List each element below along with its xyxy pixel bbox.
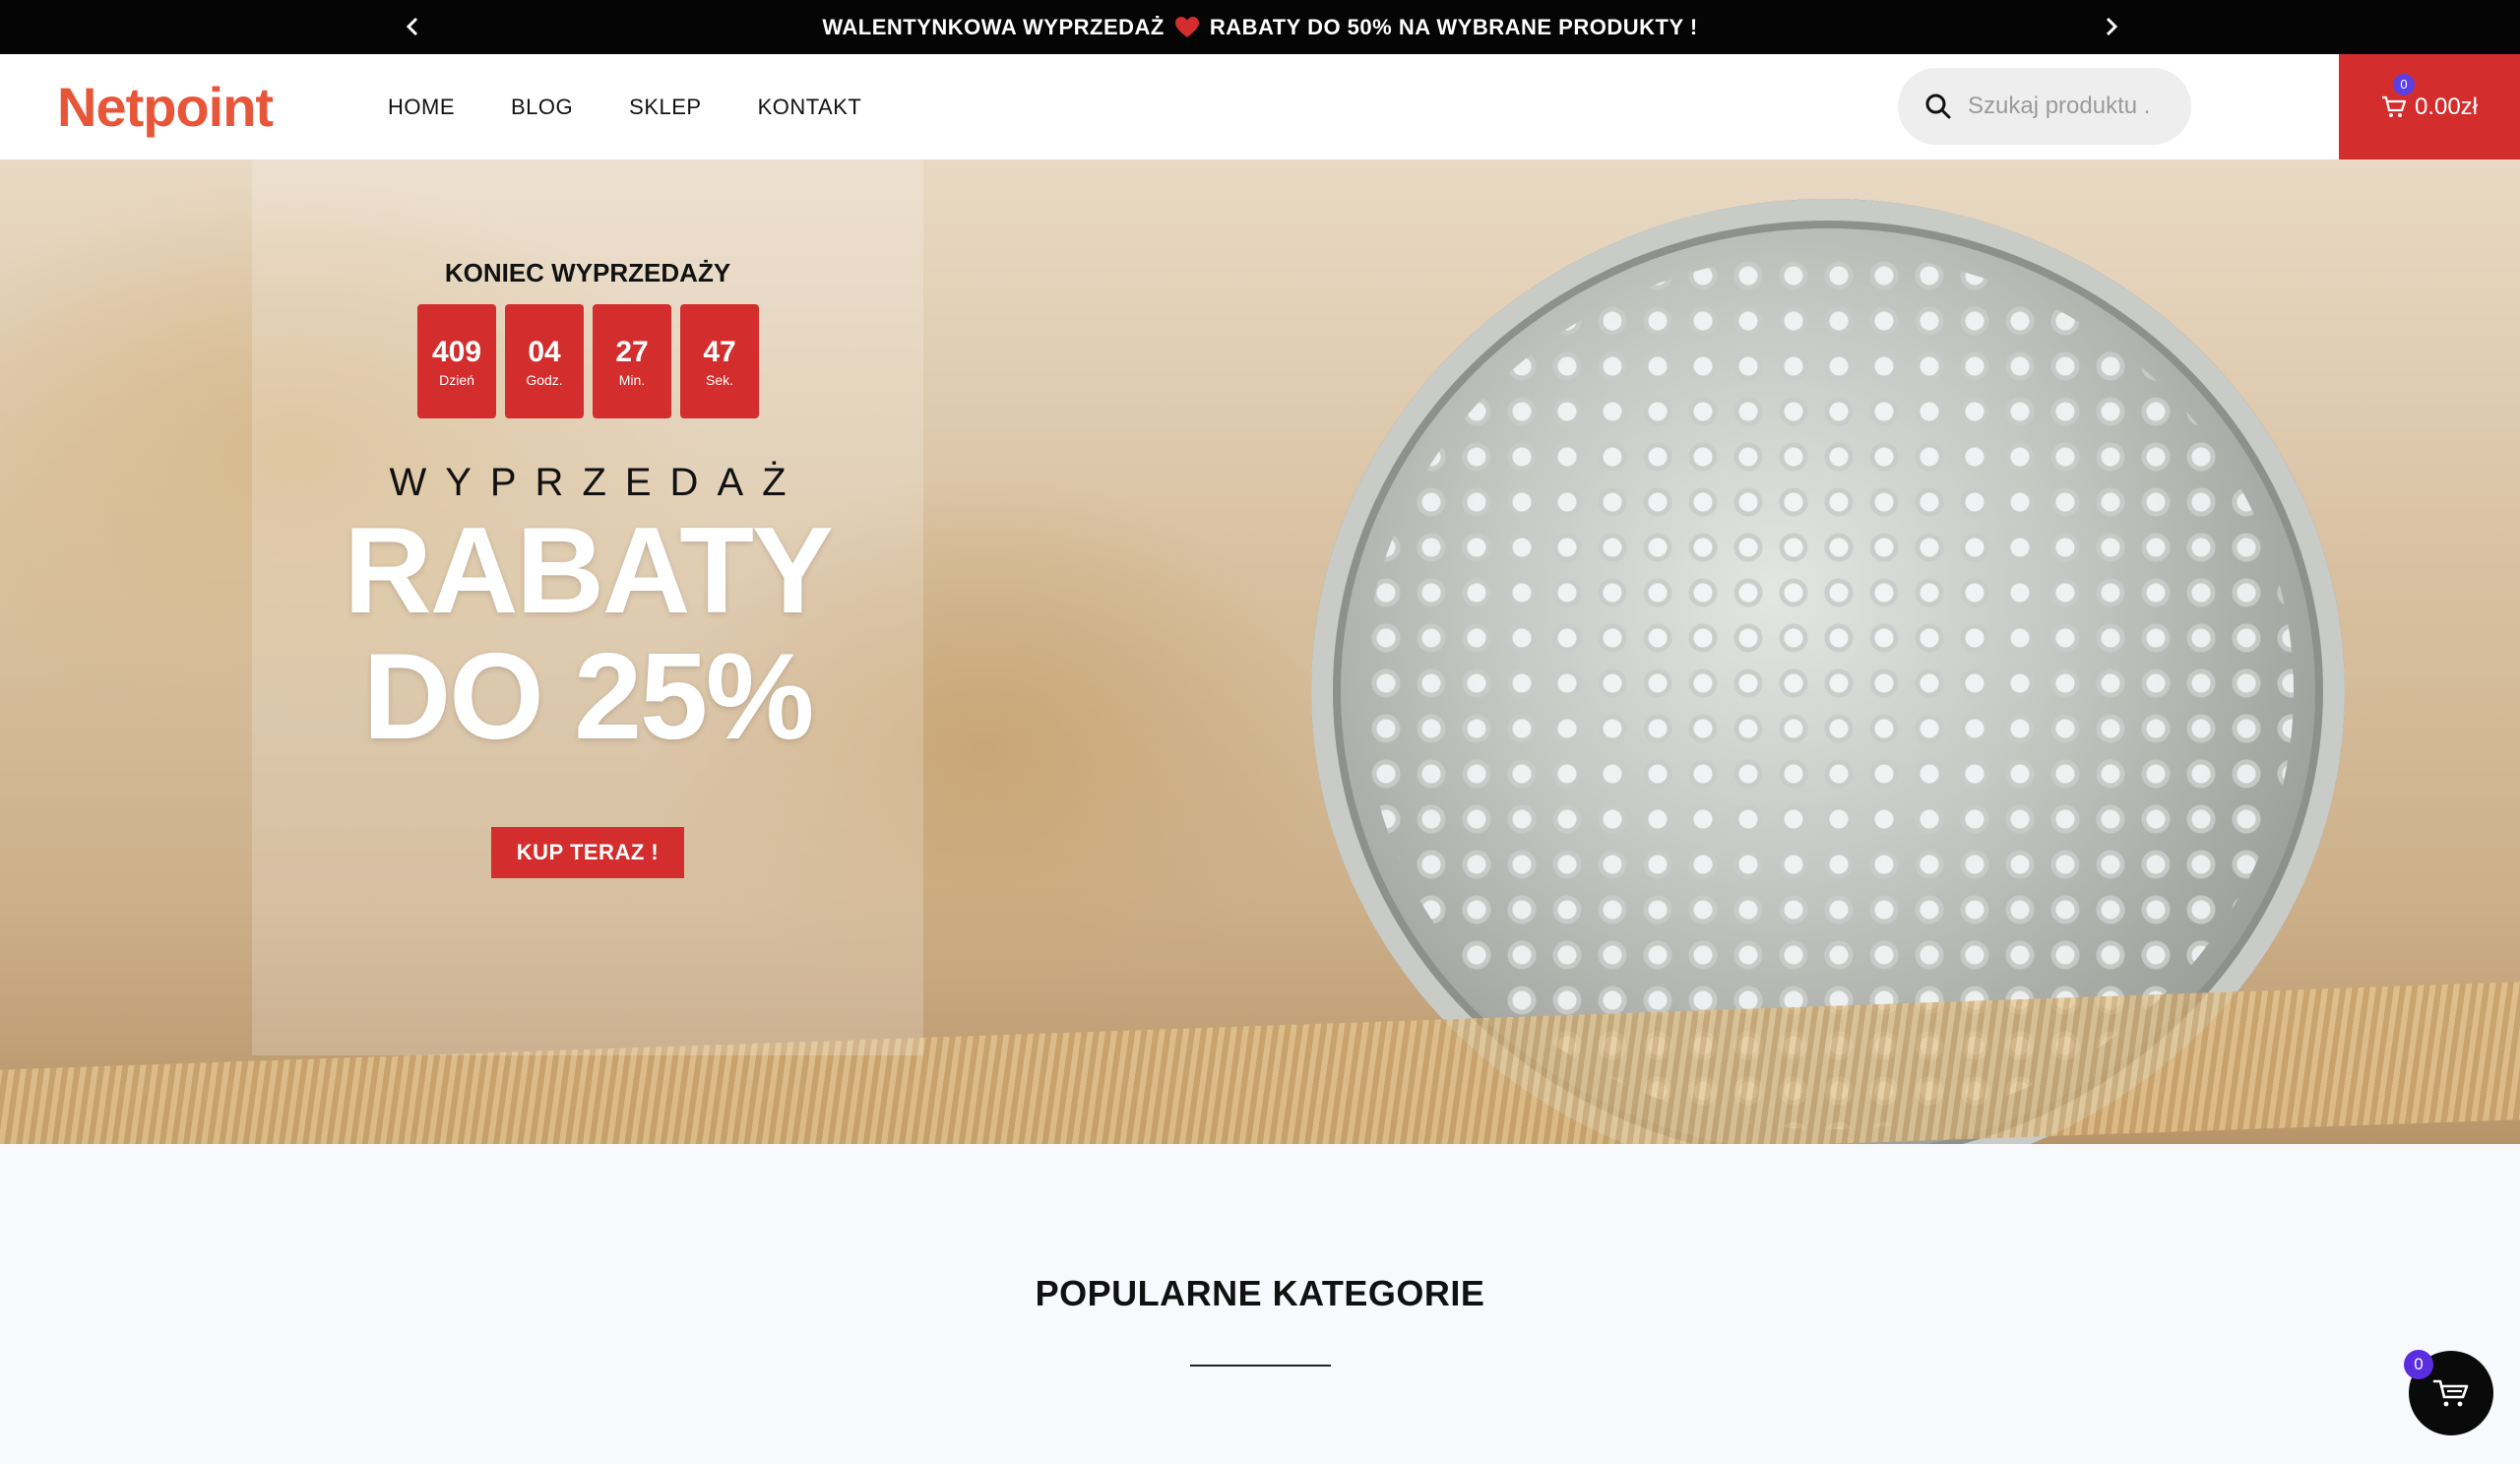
announcement-text-part2: RABATY DO 50% NA WYBRANE PRODUKTY ! <box>1209 14 1698 39</box>
countdown-seconds: 47 Sek. <box>680 304 759 418</box>
countdown-days-value: 409 <box>431 335 482 368</box>
announcement-bar: WALENTYNKOWA WYPRZEDAŻ RABATY DO 50% NA … <box>0 0 2520 54</box>
countdown-seconds-value: 47 <box>703 335 736 368</box>
main-nav: HOME BLOG SKLEP KONTAKT <box>388 54 917 159</box>
hero-headline-line2: DO 25% <box>362 629 815 765</box>
popular-categories-title: POPULARNE KATEGORIE <box>1035 1273 1485 1313</box>
site-logo[interactable]: Netpoint <box>57 72 274 141</box>
countdown-title: KONIEC WYPRZEDAŻY <box>444 258 731 287</box>
next-announcement-button[interactable] <box>2097 12 2126 41</box>
nav-kontakt[interactable]: KONTAKT <box>758 95 862 120</box>
nav-home[interactable]: HOME <box>388 95 455 120</box>
countdown-days: 409 Dzień <box>417 304 496 418</box>
countdown-timer: 409 Dzień 04 Godz. 27 Min. 47 Sek. <box>417 304 768 418</box>
sale-label: WYPRZEDAŻ <box>389 461 805 504</box>
announcement-text: WALENTYNKOWA WYPRZEDAŻ RABATY DO 50% NA … <box>0 0 2520 54</box>
announcement-text-part1: WALENTYNKOWA WYPRZEDAŻ <box>822 14 1165 39</box>
countdown-minutes-value: 27 <box>615 335 649 368</box>
hero-banner: KONIEC WYPRZEDAŻY 409 Dzień 04 Godz. 27 … <box>0 159 2520 1144</box>
nav-sklep[interactable]: SKLEP <box>629 95 701 120</box>
hero-headline-line1: RABATY <box>344 503 833 639</box>
countdown-seconds-label: Sek. <box>705 371 733 388</box>
chevron-right-icon <box>2106 17 2118 36</box>
hero-headline: RABATY DO 25% <box>252 508 923 760</box>
search-icon[interactable] <box>1924 93 1952 120</box>
section-divider <box>1190 1365 1331 1367</box>
countdown-hours-label: Godz. <box>526 371 563 388</box>
nav-blog[interactable]: BLOG <box>511 95 573 120</box>
countdown-hours: 04 Godz. <box>505 304 584 418</box>
header-cart-count-badge: 0 <box>2392 73 2415 95</box>
buy-now-button[interactable]: KUP TERAZ ! <box>491 827 684 878</box>
countdown-days-label: Dzień <box>439 371 474 388</box>
search-box[interactable] <box>1898 68 2191 145</box>
countdown-hours-value: 04 <box>528 335 561 368</box>
floating-cart-count-badge: 0 <box>2404 1350 2433 1379</box>
countdown-minutes-label: Min. <box>618 371 646 388</box>
search-input[interactable] <box>1966 92 2176 121</box>
site-header: Netpoint HOME BLOG SKLEP KONTAKT 0 0.00z… <box>0 54 2520 159</box>
cart-icon: 0 <box>2381 73 2415 119</box>
basket-icon <box>2432 1379 2469 1407</box>
heart-icon <box>1174 16 1200 39</box>
countdown-minutes: 27 Min. <box>593 304 671 418</box>
header-cart-button[interactable]: 0 0.00zł <box>2339 54 2520 159</box>
header-cart-total: 0.00zł <box>2414 93 2479 120</box>
